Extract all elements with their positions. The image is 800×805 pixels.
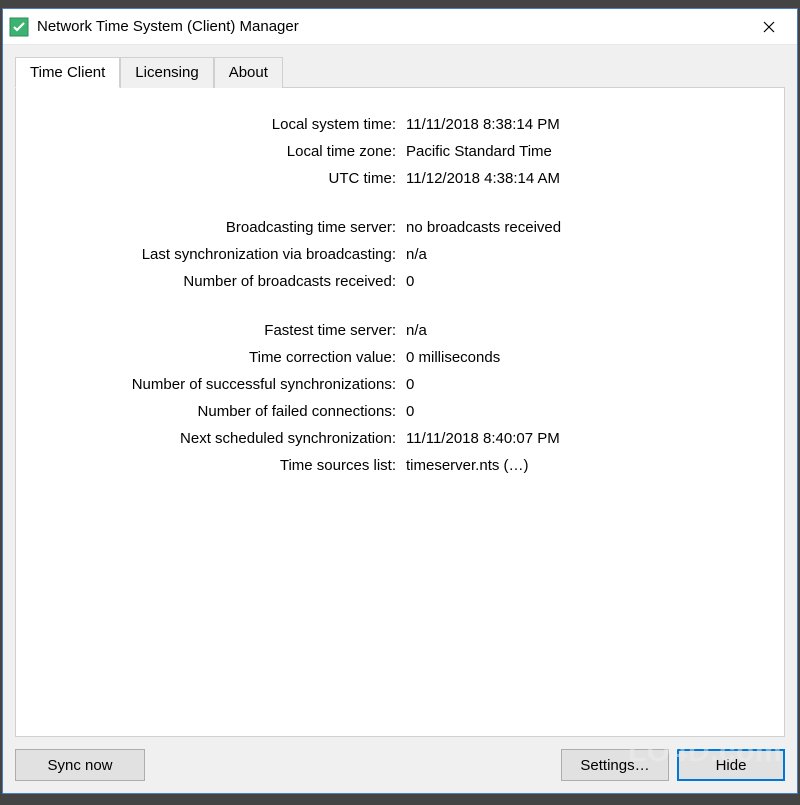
tab-page-time-client: Local system time: 11/11/2018 8:38:14 PM… [15,87,785,737]
settings-button[interactable]: Settings… [561,749,669,781]
bottom-button-row: Sync now Settings… Hide [15,737,785,781]
label-local-time-zone: Local time zone: [36,143,406,160]
row-next-sync: Next scheduled synchronization: 11/11/20… [36,430,764,447]
label-broadcasts-received: Number of broadcasts received: [36,273,406,290]
value-broadcasts-received: 0 [406,273,414,290]
row-broadcast-server: Broadcasting time server: no broadcasts … [36,219,764,236]
label-broadcast-server: Broadcasting time server: [36,219,406,236]
value-successful-syncs: 0 [406,376,414,393]
hide-button[interactable]: Hide [677,749,785,781]
label-failed-connections: Number of failed connections: [36,403,406,420]
label-sources-list: Time sources list: [36,457,406,474]
row-broadcasts-received: Number of broadcasts received: 0 [36,273,764,290]
value-local-time-zone: Pacific Standard Time [406,143,552,160]
row-successful-syncs: Number of successful synchronizations: 0 [36,376,764,393]
row-gap [36,197,764,219]
info-rows: Local system time: 11/11/2018 8:38:14 PM… [36,116,764,474]
row-local-system-time: Local system time: 11/11/2018 8:38:14 PM [36,116,764,133]
app-window: Network Time System (Client) Manager Tim… [2,8,798,794]
sync-now-button[interactable]: Sync now [15,749,145,781]
row-correction-value: Time correction value: 0 milliseconds [36,349,764,366]
close-button[interactable] [747,9,791,45]
value-correction-value: 0 milliseconds [406,349,500,366]
label-utc-time: UTC time: [36,170,406,187]
value-sources-list: timeserver.nts (…) [406,457,529,474]
label-local-system-time: Local system time: [36,116,406,133]
row-sources-list: Time sources list: timeserver.nts (…) [36,457,764,474]
client-area: Time Client Licensing About Local system… [3,45,797,793]
value-next-sync: 11/11/2018 8:40:07 PM [406,430,560,447]
label-fastest-server: Fastest time server: [36,322,406,339]
tab-licensing[interactable]: Licensing [120,57,213,88]
tab-about[interactable]: About [214,57,283,88]
button-spacer [153,749,553,781]
label-next-sync: Next scheduled synchronization: [36,430,406,447]
window-title: Network Time System (Client) Manager [37,18,747,35]
row-local-time-zone: Local time zone: Pacific Standard Time [36,143,764,160]
label-correction-value: Time correction value: [36,349,406,366]
value-broadcast-server: no broadcasts received [406,219,561,236]
row-utc-time: UTC time: 11/12/2018 4:38:14 AM [36,170,764,187]
row-failed-connections: Number of failed connections: 0 [36,403,764,420]
row-last-sync-broadcast: Last synchronization via broadcasting: n… [36,246,764,263]
value-fastest-server: n/a [406,322,427,339]
value-last-sync-broadcast: n/a [406,246,427,263]
value-local-system-time: 11/11/2018 8:38:14 PM [406,116,560,133]
label-successful-syncs: Number of successful synchronizations: [36,376,406,393]
label-last-sync-broadcast: Last synchronization via broadcasting: [36,246,406,263]
tabstrip: Time Client Licensing About [15,57,785,88]
row-gap [36,300,764,322]
row-fastest-server: Fastest time server: n/a [36,322,764,339]
titlebar: Network Time System (Client) Manager [3,9,797,45]
tab-time-client[interactable]: Time Client [15,57,120,88]
value-failed-connections: 0 [406,403,414,420]
app-icon [9,17,29,37]
value-utc-time: 11/12/2018 4:38:14 AM [406,170,560,187]
